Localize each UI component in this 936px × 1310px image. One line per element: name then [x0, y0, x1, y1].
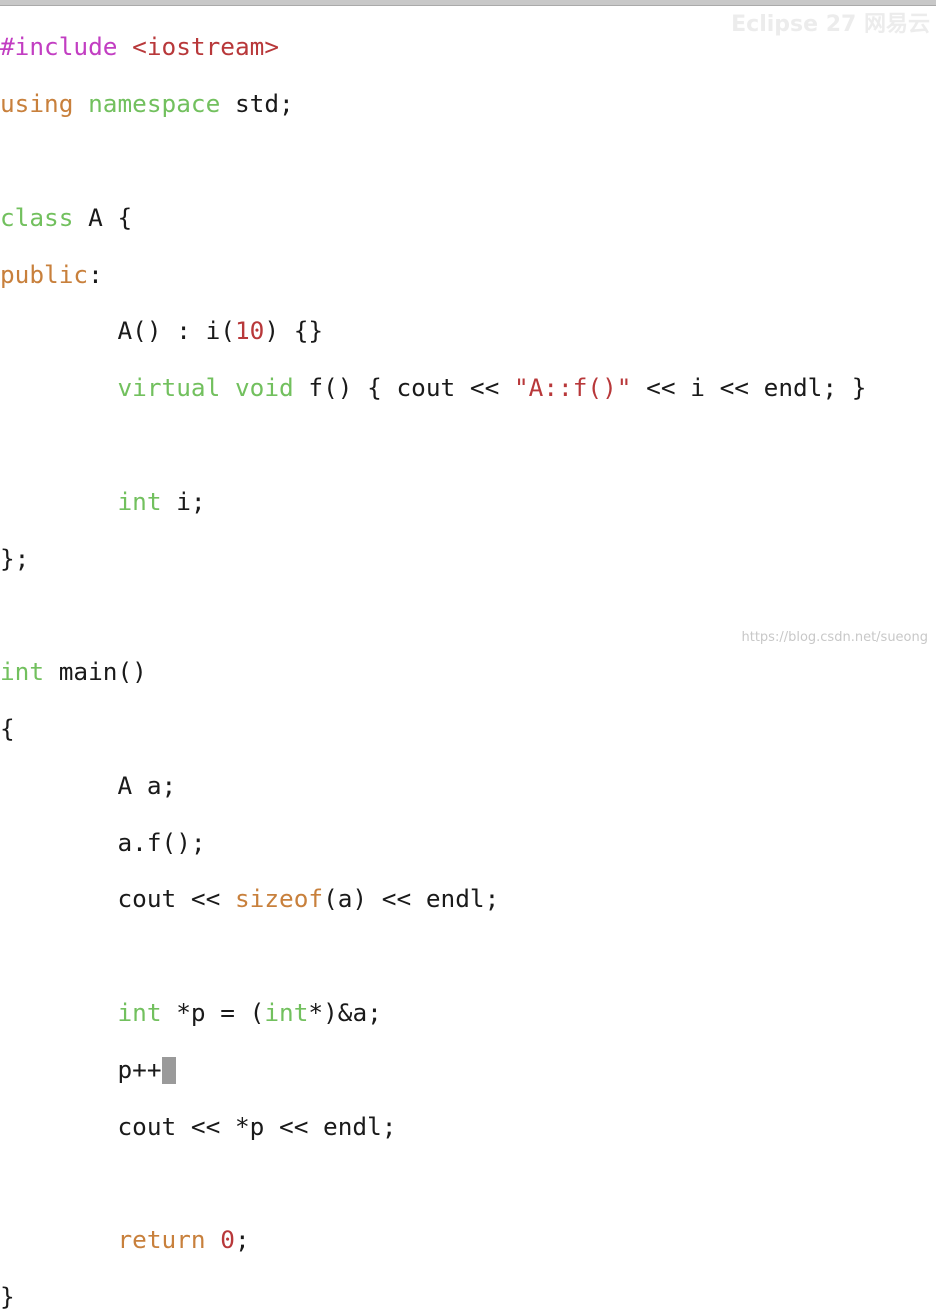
code-text: { [0, 713, 15, 743]
code-line: public: [0, 259, 866, 289]
number-literal: 0 [220, 1225, 235, 1255]
code-text: f() { cout << [293, 373, 514, 403]
code-line: virtual void f() { cout << "A::f()" << i… [0, 373, 867, 403]
code-line: return 0; [0, 1225, 866, 1255]
code-text: }; [0, 543, 30, 573]
keyword: namespace [73, 89, 221, 119]
preprocessor: #include [0, 32, 118, 62]
code-text: ; [234, 1225, 250, 1255]
code-line: }; [0, 543, 866, 573]
code-line: int i; [0, 486, 866, 516]
number-literal: 10 [234, 316, 265, 346]
code-text: cout << [0, 884, 235, 914]
code-text: p++ [0, 1054, 162, 1084]
code-text: main() [44, 657, 147, 687]
code-line: A() : i(10) {} [0, 317, 866, 345]
blog-watermark: https://blog.csdn.net/sueong [741, 630, 928, 645]
keyword: int [264, 997, 309, 1027]
code-line: a.f(); [0, 827, 866, 857]
code-line: #include <iostream> [0, 33, 866, 61]
code-text: : [88, 259, 103, 289]
code-line: cout << sizeof(a) << endl; [0, 885, 866, 913]
code-text: a.f(); [0, 827, 206, 857]
keyword: return [0, 1225, 206, 1255]
text-cursor [161, 1056, 176, 1084]
keyword: int [0, 486, 162, 516]
code-line: class A { [0, 202, 866, 232]
code-text: << i << endl; } [631, 373, 867, 403]
keyword: public [0, 259, 89, 289]
code-text: (a) << endl; [323, 884, 500, 914]
keyword: int [0, 657, 45, 687]
keyword: virtual void [0, 373, 294, 403]
code-text: *)&a; [308, 997, 382, 1027]
code-text: } [0, 1281, 15, 1310]
code-text: cout << *p << endl; [0, 1111, 397, 1141]
code-text: i; [161, 486, 206, 516]
code-text: A a; [0, 770, 177, 800]
code-editor[interactable]: #include <iostream> using namespace std;… [0, 5, 866, 1310]
code-line: cout << *p << endl; [0, 1111, 866, 1141]
code-line: } [0, 1281, 866, 1310]
keyword: class [0, 202, 74, 232]
code-line: A a; [0, 770, 866, 800]
code-text: *p = ( [161, 997, 265, 1027]
code-line: using namespace std; [0, 90, 866, 118]
code-text: A() : i( [0, 316, 235, 346]
code-text: A { [73, 202, 133, 232]
keyword: using [0, 89, 74, 119]
keyword: int [0, 997, 162, 1027]
code-line: p++ [0, 1054, 866, 1084]
code-line: int *p = (int*)&a; [0, 997, 866, 1027]
code-text: ) {} [264, 316, 324, 346]
code-line: { [0, 713, 866, 743]
code-line: int main() [0, 657, 866, 687]
keyword: sizeof [234, 884, 324, 914]
string-literal: "A::f()" [513, 373, 632, 403]
code-text: std; [220, 89, 294, 119]
include-path: <iostream> [117, 32, 280, 62]
